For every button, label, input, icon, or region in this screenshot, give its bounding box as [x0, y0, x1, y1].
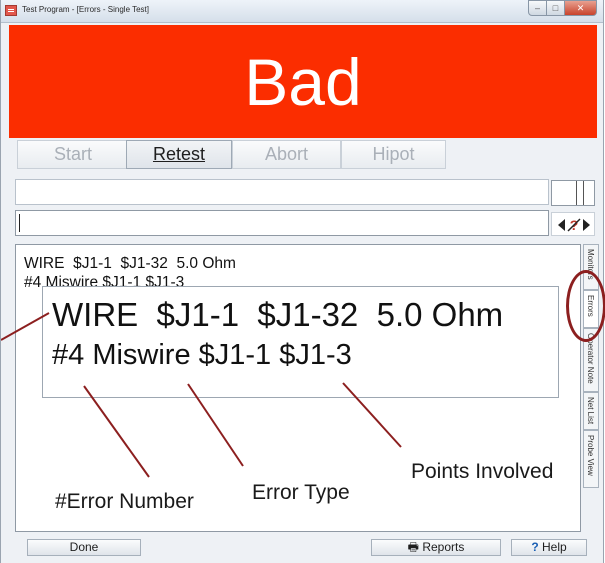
retest-button[interactable]: Retest — [126, 140, 232, 169]
maximize-button[interactable]: □ — [547, 0, 565, 16]
indicator-divider-right — [583, 181, 584, 205]
done-button[interactable]: Done — [27, 539, 141, 556]
text-caret — [19, 214, 20, 232]
indicator-divider-left — [576, 181, 577, 205]
zoomed-error-callout: WIRE $J1-1 $J1-32 5.0 Ohm #4 Miswire $J1… — [42, 286, 559, 398]
help-button[interactable]: ? Help — [511, 539, 587, 556]
label-error-type: Error Type — [252, 481, 350, 504]
footer-bar: Done 🖶 Reports ? Help — [9, 536, 597, 558]
status-text: Bad — [244, 45, 362, 119]
action-toolbar: Start Retest Abort Hipot — [9, 139, 597, 171]
app-window: Test Program - [Errors - Single Test] – … — [0, 0, 605, 563]
window-title: Test Program - [Errors - Single Test] — [22, 5, 149, 14]
indicator-box — [551, 180, 595, 206]
app-icon — [5, 5, 17, 16]
title-bar: Test Program - [Errors - Single Test] – … — [1, 0, 603, 23]
question-icon: ? — [531, 540, 539, 554]
minimize-button[interactable]: – — [528, 0, 547, 16]
tab-probe-view-label: Probe View — [586, 435, 595, 476]
label-error-number: #Error Number — [55, 490, 194, 513]
zoom-line-1: WIRE $J1-1 $J1-32 5.0 Ohm — [52, 296, 504, 333]
window-controls: – □ ✕ — [528, 0, 597, 17]
label-points-involved: Points Involved — [411, 460, 554, 483]
arrows-question-icon[interactable]: ? — [551, 212, 595, 236]
reports-label: Reports — [422, 540, 465, 554]
start-button[interactable]: Start — [17, 140, 129, 169]
abort-button[interactable]: Abort — [232, 140, 341, 169]
reports-button[interactable]: 🖶 Reports — [371, 539, 501, 556]
errors-tab-highlight — [566, 270, 605, 342]
info-field-bottom[interactable] — [15, 210, 549, 236]
zoom-line-2: #4 Miswire $J1-1 $J1-3 — [52, 339, 352, 371]
status-banner: Bad — [9, 25, 597, 138]
help-label: Help — [542, 540, 567, 554]
printer-icon: 🖶 — [407, 540, 419, 554]
close-button[interactable]: ✕ — [565, 0, 597, 16]
tab-net-list-label: Net List — [586, 397, 595, 425]
tab-probe-view[interactable]: Probe View — [583, 430, 599, 488]
info-field-top[interactable] — [15, 179, 549, 205]
retest-label: Retest — [152, 144, 206, 164]
error-line-1: WIRE $J1-1 $J1-32 5.0 Ohm — [24, 255, 236, 272]
hipot-button[interactable]: Hipot — [341, 140, 446, 169]
tab-net-list[interactable]: Net List — [583, 392, 599, 430]
